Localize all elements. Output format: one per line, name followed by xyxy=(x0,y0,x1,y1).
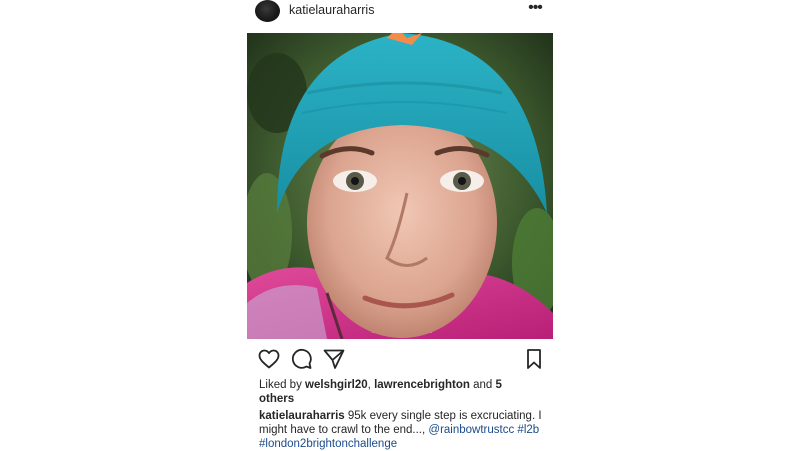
caption-mention[interactable]: @rainbowtrustcc xyxy=(428,424,514,436)
comment-icon[interactable] xyxy=(289,347,313,371)
instagram-post: katielauraharris ••• Liked by welshgirl2… xyxy=(247,0,553,450)
post-actions xyxy=(247,347,553,371)
caption-username[interactable]: katielauraharris xyxy=(259,410,345,422)
avatar[interactable] xyxy=(255,0,280,22)
post-header: katielauraharris ••• xyxy=(247,0,553,26)
likes-prefix: Liked by xyxy=(259,379,306,391)
post-caption: katielauraharris 95k every single step i… xyxy=(259,409,544,451)
more-horizontal-icon[interactable]: ••• xyxy=(525,0,545,18)
caption-hashtag[interactable]: #l2b xyxy=(517,424,539,436)
post-photo[interactable] xyxy=(247,33,553,339)
send-icon[interactable] xyxy=(322,347,346,371)
selfie-image xyxy=(247,33,553,339)
liker-username[interactable]: lawrencebrighton xyxy=(374,379,470,391)
likes-summary: Liked by welshgirl20, lawrencebrighton a… xyxy=(259,378,531,406)
post-username[interactable]: katielauraharris xyxy=(289,3,374,17)
likes-conjunction: and xyxy=(469,379,496,391)
heart-icon[interactable] xyxy=(257,347,281,371)
liker-username[interactable]: welshgirl20 xyxy=(305,379,368,391)
bookmark-icon[interactable] xyxy=(522,347,546,371)
caption-hashtag[interactable]: #london2brightonchallenge xyxy=(259,438,397,450)
